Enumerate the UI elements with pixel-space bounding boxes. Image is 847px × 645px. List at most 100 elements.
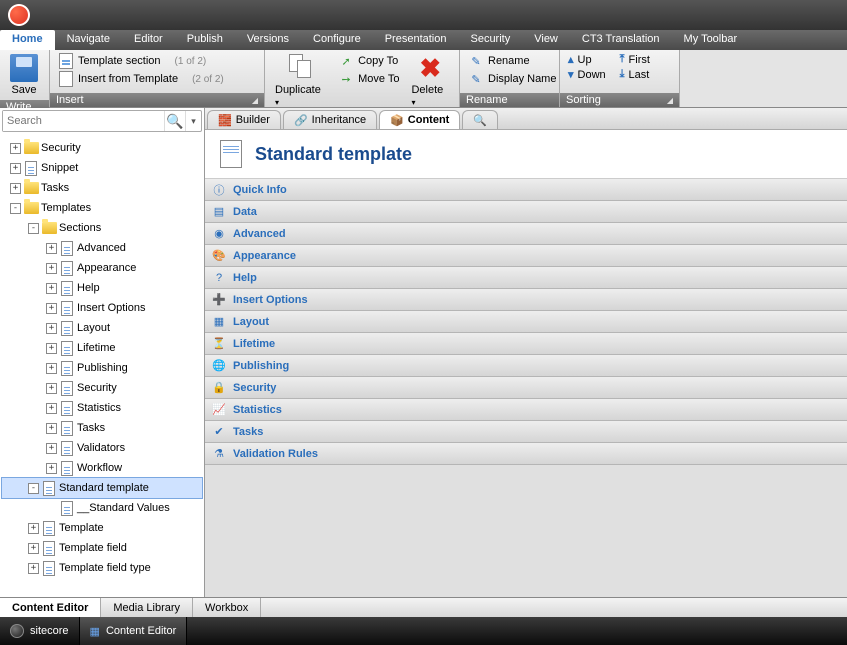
collapse-icon[interactable]: - (10, 203, 21, 214)
ribbon-tab-configure[interactable]: Configure (301, 30, 373, 50)
content-tab-search[interactable]: 🔍 (462, 110, 498, 129)
tree-item[interactable]: -Sections (2, 218, 202, 238)
content-tab-builder[interactable]: 🧱Builder (207, 110, 281, 129)
expand-icon[interactable]: + (46, 263, 57, 274)
section-layout[interactable]: ▦Layout (205, 311, 847, 333)
collapse-icon[interactable]: - (28, 223, 39, 234)
expand-icon[interactable]: + (46, 303, 57, 314)
tree-item[interactable]: +Help (2, 278, 202, 298)
save-button[interactable]: Save (6, 52, 42, 98)
section-lifetime[interactable]: ⏳Lifetime (205, 333, 847, 355)
expand-icon[interactable]: + (10, 143, 21, 154)
tree-item[interactable]: + Workflow (2, 458, 202, 478)
expand-icon[interactable]: + (28, 523, 39, 534)
delete-button[interactable]: ✖ Delete ▾ (407, 52, 453, 110)
rename-button[interactable]: ✎ Rename (466, 52, 558, 70)
bottom-tab-workbox[interactable]: Workbox (193, 598, 261, 617)
expand-icon[interactable]: + (46, 403, 57, 414)
content-tree[interactable]: +Security+Snippet+Tasks-Templates-Sectio… (0, 134, 204, 597)
tree-item[interactable]: +Snippet (2, 158, 202, 178)
taskbar-item-content-editor[interactable]: ▦ Content Editor (80, 617, 188, 645)
section-help[interactable]: ?Help (205, 267, 847, 289)
bottom-tab-content-editor[interactable]: Content Editor (0, 598, 101, 617)
ribbon-tab-view[interactable]: View (522, 30, 570, 50)
ribbon-tab-versions[interactable]: Versions (235, 30, 301, 50)
expand-icon[interactable]: + (28, 563, 39, 574)
tree-item[interactable]: +Advanced (2, 238, 202, 258)
ribbon-tab-publish[interactable]: Publish (175, 30, 235, 50)
tree-item[interactable]: -Templates (2, 198, 202, 218)
tree-item[interactable]: __Standard Values (2, 498, 202, 518)
ribbon-footer-sorting[interactable]: Sorting◢ (560, 93, 679, 107)
ribbon-tab-presentation[interactable]: Presentation (373, 30, 459, 50)
section-tasks[interactable]: ✔Tasks (205, 421, 847, 443)
ribbon-tab-home[interactable]: Home (0, 30, 55, 50)
expand-icon[interactable]: + (46, 323, 57, 334)
tree-item-label: Workflow (77, 462, 122, 474)
expand-icon[interactable]: + (28, 543, 39, 554)
insert-from-template-button[interactable]: Insert from Template (2 of 2) (56, 70, 258, 88)
content-tab-inheritance[interactable]: 🔗Inheritance (283, 110, 377, 129)
section-publishing[interactable]: 🌐Publishing (205, 355, 847, 377)
sort-last-button[interactable]: ⤓Last (618, 67, 652, 82)
template-icon (59, 460, 75, 476)
sort-down-button[interactable]: ▾Down (566, 67, 608, 82)
section-statistics[interactable]: 📈Statistics (205, 399, 847, 421)
section-data[interactable]: ▤Data (205, 201, 847, 223)
expand-icon[interactable]: + (10, 163, 21, 174)
tree-item[interactable]: +Tasks (2, 418, 202, 438)
tree-item[interactable]: +Statistics (2, 398, 202, 418)
ribbon-tab-ct3-translation[interactable]: CT3 Translation (570, 30, 672, 50)
section-appearance[interactable]: 🎨Appearance (205, 245, 847, 267)
tree-item[interactable]: +Template field (2, 538, 202, 558)
insert-template-section-button[interactable]: Template section (1 of 2) (56, 52, 258, 70)
tree-item[interactable]: +Template field type (2, 558, 202, 578)
tree-item[interactable]: +Security (2, 138, 202, 158)
section-insert-options[interactable]: ➕Insert Options (205, 289, 847, 311)
tree-item[interactable]: +Insert Options (2, 298, 202, 318)
section-validation-rules[interactable]: ⚗Validation Rules (205, 443, 847, 465)
search-dropdown-button[interactable]: ▾ (186, 111, 201, 131)
taskbar-start[interactable]: sitecore (0, 617, 80, 645)
expand-icon[interactable]: + (46, 383, 57, 394)
move-to-icon: ➙ (338, 71, 354, 87)
expand-icon[interactable]: + (46, 363, 57, 374)
display-name-button[interactable]: ✎ Display Name (466, 70, 558, 88)
expand-icon[interactable]: + (10, 183, 21, 194)
content-tab-content[interactable]: 📦Content (379, 110, 460, 129)
folder-icon (41, 220, 57, 236)
expand-icon[interactable]: + (46, 443, 57, 454)
expand-icon[interactable]: + (46, 283, 57, 294)
bottom-tab-media-library[interactable]: Media Library (101, 598, 193, 617)
copy-to-button[interactable]: ➚ Copy To (336, 52, 401, 70)
search-input[interactable] (3, 111, 164, 131)
tree-item[interactable]: +Layout (2, 318, 202, 338)
tree-item[interactable]: +Security (2, 378, 202, 398)
tree-item[interactable]: -Standard template (2, 478, 202, 498)
expand-icon[interactable]: + (46, 243, 57, 254)
ribbon-tab-navigate[interactable]: Navigate (55, 30, 122, 50)
section-advanced[interactable]: ◉Advanced (205, 223, 847, 245)
duplicate-button[interactable]: Duplicate ▾ (271, 52, 330, 110)
section-quick-info[interactable]: ⓘQuick Info (205, 179, 847, 201)
ribbon-footer-insert[interactable]: Insert◢ (50, 93, 264, 107)
tree-item[interactable]: +Lifetime (2, 338, 202, 358)
sort-up-button[interactable]: ▴Up (566, 52, 608, 67)
collapse-icon[interactable]: - (28, 483, 39, 494)
ribbon-tab-security[interactable]: Security (458, 30, 522, 50)
tree-item[interactable]: +Validators (2, 438, 202, 458)
ribbon-tab-my-toolbar[interactable]: My Toolbar (672, 30, 750, 50)
tree-item[interactable]: +Appearance (2, 258, 202, 278)
ribbon-tab-editor[interactable]: Editor (122, 30, 175, 50)
expand-icon[interactable]: + (46, 463, 57, 474)
tree-item[interactable]: +Publishing (2, 358, 202, 378)
sort-first-button[interactable]: ⤒First (618, 52, 652, 67)
tree-item[interactable]: +Tasks (2, 178, 202, 198)
expand-icon[interactable]: + (46, 423, 57, 434)
expand-icon[interactable]: + (46, 343, 57, 354)
tree-item[interactable]: +Template (2, 518, 202, 538)
section-security[interactable]: 🔒Security (205, 377, 847, 399)
move-to-button[interactable]: ➙ Move To (336, 70, 401, 88)
ribbon-group-write: Save Write (0, 50, 50, 107)
search-icon[interactable]: 🔍 (164, 111, 186, 131)
